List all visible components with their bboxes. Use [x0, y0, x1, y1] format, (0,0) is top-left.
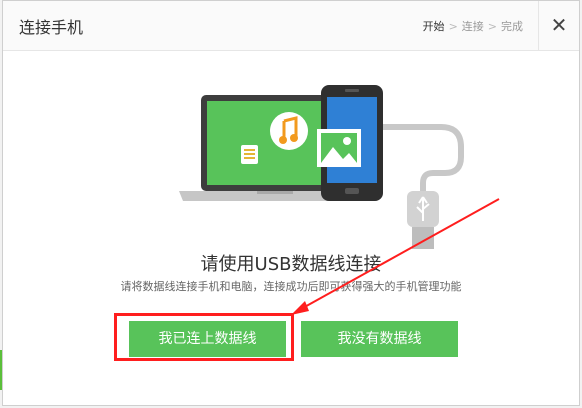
- document-icon: [241, 145, 258, 164]
- cable-connected-button[interactable]: 我已连上数据线: [129, 321, 286, 357]
- titlebar-divider: [538, 1, 539, 50]
- close-button[interactable]: ✕: [547, 13, 571, 37]
- connect-phone-dialog: 连接手机 开始 > 连接 > 完成 ✕ 请使用USB数据线连接 请将数据线连接手…: [2, 0, 580, 406]
- usb-cable-illustration: [376, 124, 464, 198]
- no-cable-button[interactable]: 我没有数据线: [301, 321, 458, 357]
- dialog-title: 连接手机: [19, 18, 84, 37]
- step-connect: 连接: [461, 20, 484, 33]
- step-separator: >: [487, 19, 497, 33]
- dialog-titlebar: 连接手机 开始 > 连接 > 完成 ✕: [3, 1, 579, 51]
- step-start: 开始: [422, 20, 445, 33]
- picture-icon: [317, 129, 361, 167]
- close-icon: ✕: [550, 13, 568, 37]
- step-separator: >: [448, 19, 458, 33]
- music-note-icon: [270, 112, 308, 150]
- step-finish: 完成: [501, 20, 523, 33]
- annotation-arrow: [291, 198, 500, 315]
- step-progress: 开始 > 连接 > 完成: [423, 18, 523, 34]
